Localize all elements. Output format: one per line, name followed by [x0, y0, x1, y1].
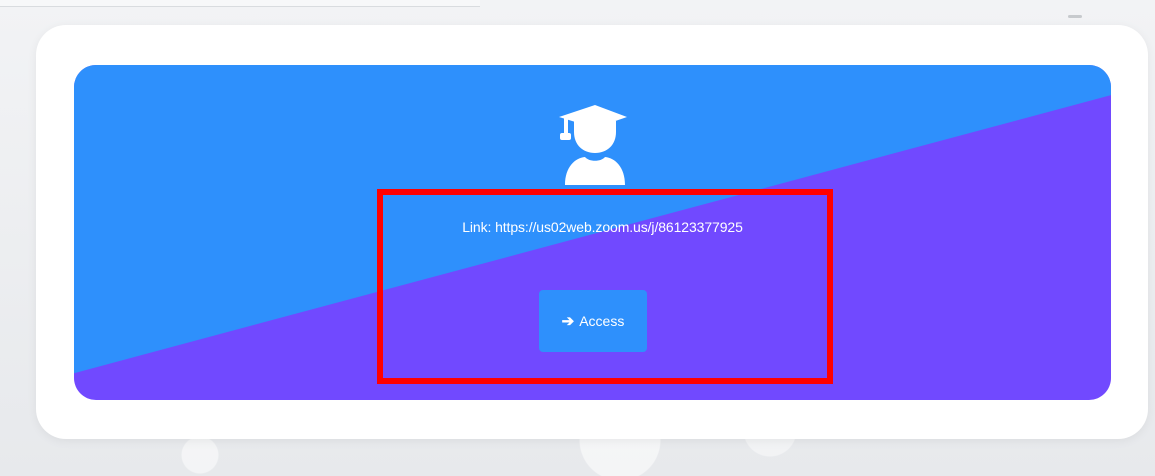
- access-button-label: Access: [579, 313, 625, 329]
- arrow-right-icon: ➔: [561, 312, 575, 330]
- graduate-student-icon: [559, 105, 627, 185]
- top-strip: [0, 0, 480, 7]
- meeting-link-text: Link: https://us02web.zoom.us/j/86123377…: [462, 219, 743, 235]
- corner-mark: [1068, 15, 1082, 18]
- access-button[interactable]: ➔ Access: [539, 290, 647, 352]
